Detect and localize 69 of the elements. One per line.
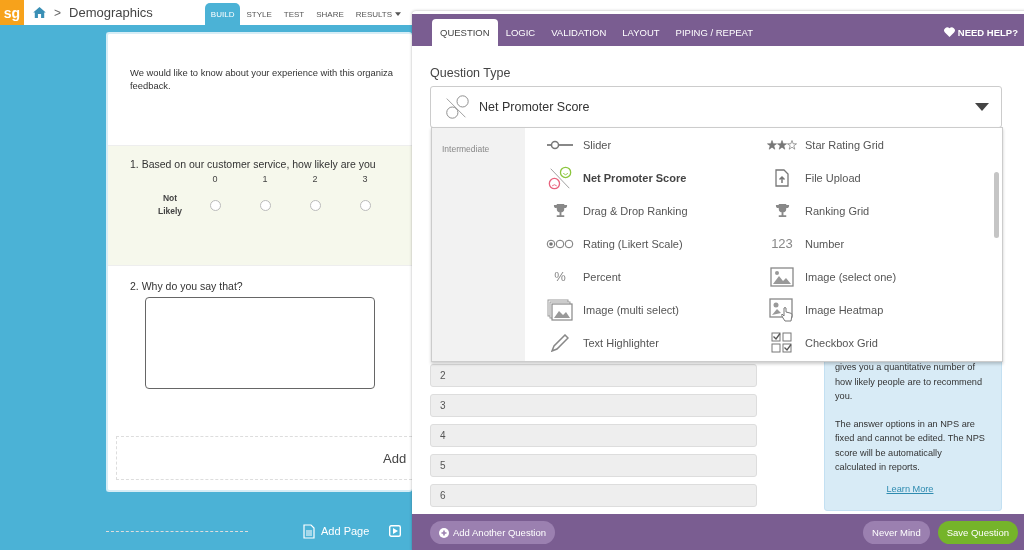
- nav-tab[interactable]: SHARE: [310, 3, 350, 25]
- rating-scale-icon: [546, 238, 574, 249]
- menu-item[interactable]: Checkbox Grid: [767, 326, 989, 359]
- stars-icon: [767, 139, 797, 150]
- menu-item-glyph: %: [554, 269, 566, 284]
- info-text: The answer options in an NPS are fixed and cannot be edited. The NPS score will be automatically calculated in reports.: [835, 417, 985, 474]
- editor-tab[interactable]: LAYOUT: [614, 19, 668, 46]
- help-link[interactable]: NEED HELP?: [943, 18, 1018, 46]
- image-pointer-icon: [769, 297, 795, 322]
- nav-tab[interactable]: STYLE: [240, 3, 278, 25]
- pen-icon: [551, 333, 569, 352]
- caret-icon: [975, 103, 989, 111]
- editor-tab[interactable]: VALIDATION: [543, 19, 615, 46]
- trophy-icon: [552, 203, 568, 218]
- menu-item[interactable]: Image (multi select): [545, 293, 767, 326]
- menu-item[interactable]: Star Rating Grid: [767, 128, 989, 161]
- menu-item[interactable]: Net Promoter Score: [545, 161, 767, 194]
- menu-item[interactable]: Slider: [545, 128, 767, 161]
- radio-button[interactable]: [309, 200, 321, 211]
- scale-number: 0: [212, 174, 218, 184]
- menu-item[interactable]: File Upload: [767, 161, 989, 194]
- images-icon: [547, 298, 573, 321]
- menu-item[interactable]: % Percent: [545, 260, 767, 293]
- answer-option-field[interactable]: 6: [430, 484, 757, 507]
- editor-tab[interactable]: QUESTION: [432, 19, 498, 46]
- add-label: Add: [383, 450, 407, 466]
- nav-tab[interactable]: RESULTS: [349, 3, 408, 25]
- editor-tab[interactable]: PIPING / REPEAT: [667, 19, 761, 46]
- trophy-icon: [774, 203, 790, 218]
- answer-option-field[interactable]: 5: [430, 454, 757, 477]
- question-title: 2. Why do you say that?: [130, 280, 243, 292]
- menu-item[interactable]: 123 Number: [767, 227, 989, 260]
- intro-text: We would like to know about your experience with this organiza: [130, 66, 393, 79]
- nav-tab[interactable]: TEST: [277, 3, 311, 25]
- scrollbar-thumb[interactable]: [994, 172, 999, 238]
- plus-icon: [439, 527, 449, 538]
- menu-item[interactable]: Text Highlighter: [545, 326, 767, 359]
- checkbox-grid-icon: [771, 331, 793, 354]
- radio-button[interactable]: [359, 200, 371, 211]
- menu-item[interactable]: Ranking Grid: [767, 194, 989, 227]
- answer-option-field[interactable]: 2: [430, 364, 757, 387]
- breadcrumb-separator: >: [54, 5, 61, 20]
- heart-icon: [943, 27, 955, 37]
- slider-icon: [547, 139, 573, 150]
- file-upload-icon: [775, 168, 789, 187]
- answer-option-field[interactable]: 3: [430, 394, 757, 417]
- menu-item[interactable]: Rating (Likert Scale): [545, 227, 767, 260]
- menu-item[interactable]: Drag & Drop Ranking: [545, 194, 767, 227]
- answer-option-field[interactable]: 4: [430, 424, 757, 447]
- field-label: Question Type: [430, 66, 512, 80]
- answer-box[interactable]: [145, 297, 375, 389]
- menu-item-glyph: 123: [771, 236, 793, 251]
- question-title: 1. Based on our customer service, how likely are you: [130, 158, 376, 170]
- menu-item[interactable]: Image Heatmap: [767, 293, 989, 326]
- preview-icon[interactable]: [389, 525, 402, 537]
- home-icon[interactable]: [33, 7, 46, 18]
- editor-tab[interactable]: LOGIC: [497, 19, 544, 46]
- scale-number: 2: [312, 174, 318, 184]
- document-icon: [303, 523, 315, 539]
- image-icon: [770, 266, 794, 287]
- scale-number: 1: [262, 174, 268, 184]
- info-text: gives you a quantitative number of how likely people are to recommend you.: [835, 361, 984, 403]
- scale-label: Not Likely: [156, 192, 184, 218]
- intro-text: feedback.: [130, 79, 171, 92]
- survey-title: Demographics: [69, 5, 153, 20]
- radio-button[interactable]: [209, 200, 221, 211]
- radio-button[interactable]: [259, 200, 271, 211]
- scale-number: 3: [362, 174, 368, 184]
- menu-item[interactable]: Image (select one): [767, 260, 989, 293]
